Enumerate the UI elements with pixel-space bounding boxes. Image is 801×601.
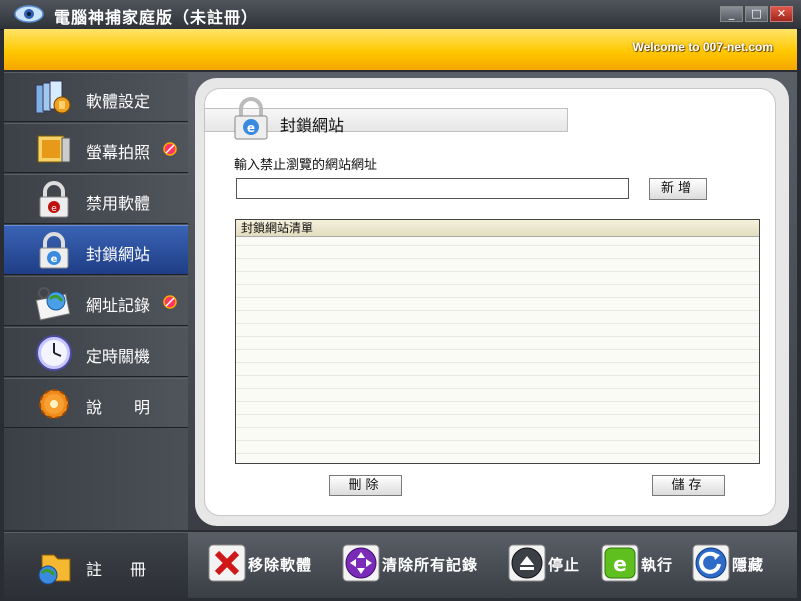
minimize-button[interactable]: _ [720, 6, 743, 22]
clear-all-records-label: 清除所有記錄 [382, 556, 479, 574]
blue-hide-icon [692, 544, 730, 582]
sidebar-item-block-websites[interactable]: e 封鎖網站 [4, 225, 188, 275]
close-button[interactable]: ✕ [770, 6, 793, 22]
hide-label: 隱藏 [732, 556, 765, 574]
software-settings-icon [35, 80, 71, 114]
stop-button[interactable]: 停止 [508, 544, 590, 582]
hide-button[interactable]: 隱藏 [692, 544, 774, 582]
sidebar-item-label: 軟體設定 [86, 92, 151, 111]
svg-text:e: e [247, 121, 255, 135]
page-title: 封鎖網站 [280, 116, 345, 135]
uninstall-label: 移除軟體 [248, 556, 313, 574]
sidebar-item-help[interactable]: 說 明 [4, 378, 188, 428]
sidebar: 軟體設定 螢幕拍照 e 禁用軟體 e 封鎖網站 網址記錄 定時關機 說 明 [4, 72, 188, 530]
run-label: 執行 [641, 556, 674, 574]
clear-all-records-button[interactable]: 清除所有記錄 [342, 544, 497, 582]
blocked-site-list[interactable]: 封鎖網站清單 [235, 219, 760, 464]
screen-capture-icon [37, 135, 71, 163]
url-history-icon [35, 287, 71, 321]
lock-ie-icon: e [234, 97, 268, 140]
lock-app-icon: e [39, 181, 69, 218]
purple-clear-icon [342, 544, 380, 582]
red-x-icon [208, 544, 246, 582]
sidebar-item-software-settings[interactable]: 軟體設定 [4, 72, 188, 122]
delete-button[interactable]: 刪除 [329, 475, 402, 496]
restricted-badge-icon [163, 142, 177, 156]
sidebar-item-screen-capture[interactable]: 螢幕拍照 [4, 123, 188, 173]
maximize-button[interactable]: □ [745, 6, 768, 22]
sidebar-item-label: 定時關機 [86, 347, 151, 366]
uninstall-button[interactable]: 移除軟體 [208, 544, 328, 582]
save-button[interactable]: 儲存 [652, 475, 725, 496]
green-run-icon: e [601, 544, 639, 582]
welcome-banner: Welcome to 007-net.com [4, 29, 797, 70]
welcome-text: Welcome to 007-net.com [632, 40, 773, 54]
sidebar-item-block-software[interactable]: e 禁用軟體 [4, 174, 188, 224]
eye-icon [14, 5, 44, 23]
lock-ie-icon: e [39, 232, 69, 269]
eject-icon [508, 544, 546, 582]
restricted-badge-icon [163, 295, 177, 309]
url-input[interactable] [236, 178, 629, 199]
svg-text:e: e [51, 204, 57, 214]
folder-globe-icon [38, 554, 71, 585]
sidebar-item-label: 網址記錄 [86, 296, 151, 315]
stop-label: 停止 [548, 556, 581, 574]
sidebar-item-label: 封鎖網站 [86, 245, 151, 264]
svg-text:e: e [51, 254, 58, 265]
sidebar-item-label: 說 明 [86, 398, 151, 417]
run-button[interactable]: e 執行 [601, 544, 683, 582]
gear-icon [39, 389, 69, 419]
list-header: 封鎖網站清單 [236, 220, 759, 237]
sidebar-item-url-history[interactable]: 網址記錄 [4, 276, 188, 326]
window-title: 電腦神捕家庭版（未註冊） [54, 8, 259, 27]
title-bar: 電腦神捕家庭版（未註冊） _ □ ✕ [0, 0, 801, 30]
sidebar-item-scheduled-shutdown[interactable]: 定時關機 [4, 327, 188, 377]
add-button[interactable]: 新增 [649, 178, 707, 200]
svg-text:e: e [613, 552, 627, 576]
register-button[interactable]: 註冊 [86, 556, 174, 580]
sidebar-item-label: 螢幕拍照 [86, 143, 151, 162]
url-input-label: 輸入禁止瀏覽的網站網址 [234, 158, 378, 173]
clock-icon [36, 335, 72, 371]
sidebar-item-label: 禁用軟體 [86, 194, 151, 213]
